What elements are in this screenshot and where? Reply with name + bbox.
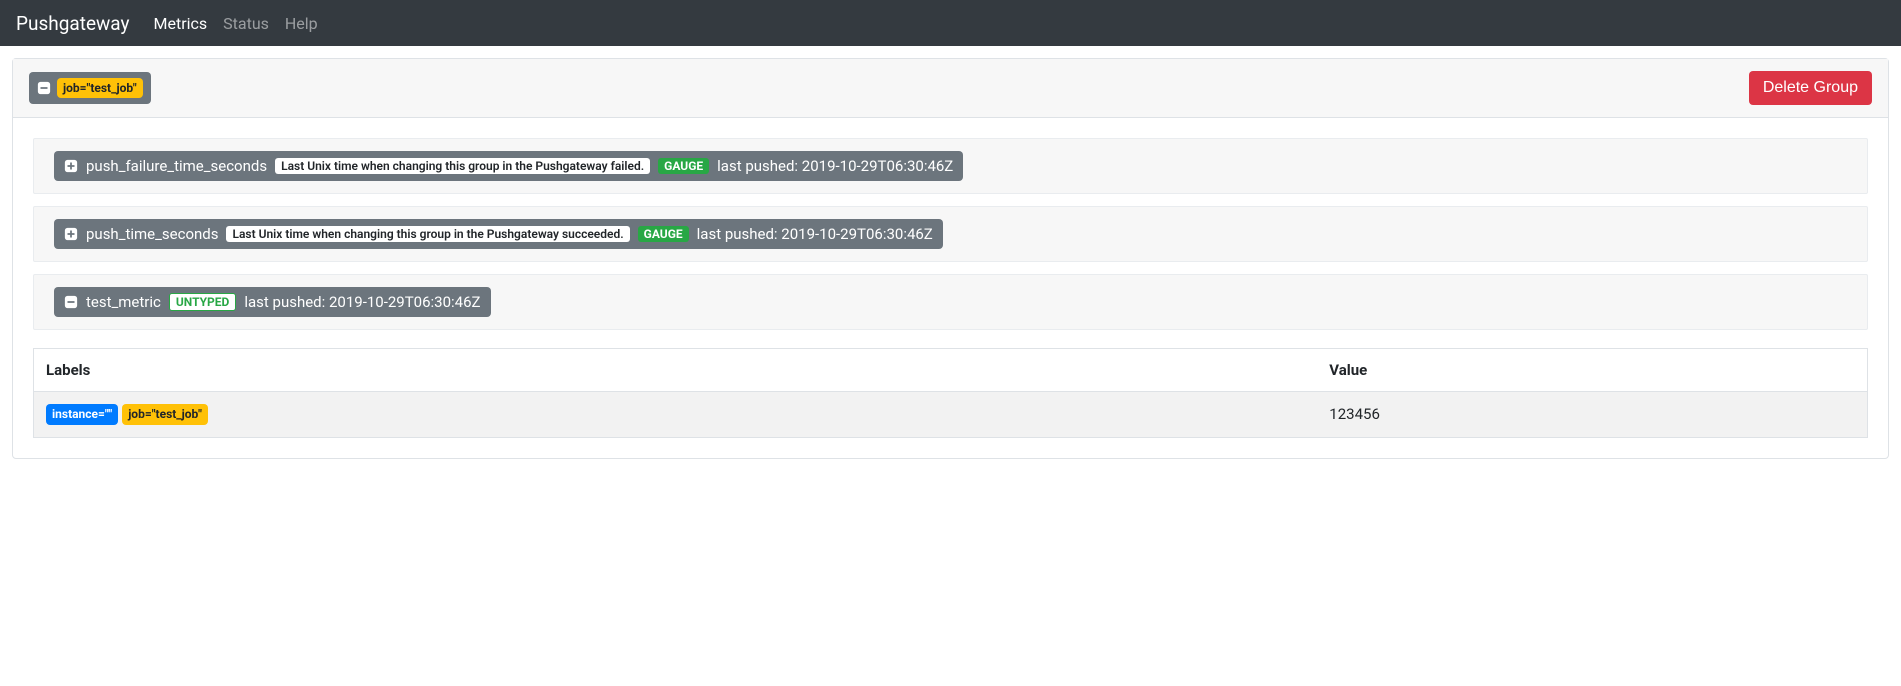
group-card: job="test_job" Delete Group push_failure… xyxy=(12,58,1889,459)
nav-link-metrics[interactable]: Metrics xyxy=(146,14,216,33)
brand[interactable]: Pushgateway xyxy=(16,12,130,35)
metric-toggle[interactable]: push_time_seconds Last Unix time when cha… xyxy=(54,219,943,249)
navbar: Pushgateway MetricsStatusHelp xyxy=(0,0,1901,46)
sample-label-badge: instance="" xyxy=(46,404,118,425)
metric-last-pushed: last pushed: 2019-10-29T06:30:46Z xyxy=(717,157,953,175)
metric-name: push_failure_time_seconds xyxy=(86,157,267,175)
group-label-badge: job="test_job" xyxy=(57,78,143,99)
value-cell: 123456 xyxy=(1317,392,1867,438)
metric-type-badge: GAUGE xyxy=(658,158,709,174)
expand-icon xyxy=(64,227,78,241)
metric-name: test_metric xyxy=(86,293,161,311)
metric-row: test_metric UNTYPED last pushed: 2019-10-2… xyxy=(33,274,1868,330)
group-card-header: job="test_job" Delete Group xyxy=(13,59,1888,118)
metric-toggle[interactable]: push_failure_time_seconds Last Unix time … xyxy=(54,151,963,181)
metric-last-pushed: last pushed: 2019-10-29T06:30:46Z xyxy=(697,225,933,243)
metric-type-badge: GAUGE xyxy=(638,226,689,242)
expand-icon xyxy=(64,159,78,173)
labels-cell: instance=""job="test_job" xyxy=(34,392,1318,438)
table-row: instance=""job="test_job"123456 xyxy=(34,392,1868,438)
metric-type-badge: UNTYPED xyxy=(169,293,236,311)
collapse-icon xyxy=(64,295,78,309)
metric-help: Last Unix time when changing this group … xyxy=(275,158,650,174)
metric-name: push_time_seconds xyxy=(86,225,218,243)
labels-column-header: Labels xyxy=(34,349,1318,392)
metric-help: Last Unix time when changing this group … xyxy=(226,226,629,242)
metric-samples-table: Labels Value instance=""job="test_job"12… xyxy=(33,348,1868,438)
sample-label-badge: job="test_job" xyxy=(122,404,208,425)
delete-group-button[interactable]: Delete Group xyxy=(1749,71,1872,105)
metric-toggle[interactable]: test_metric UNTYPED last pushed: 2019-10-2… xyxy=(54,287,491,317)
nav-link-help[interactable]: Help xyxy=(277,14,326,33)
collapse-icon xyxy=(37,81,51,95)
metric-row: push_failure_time_seconds Last Unix time … xyxy=(33,138,1868,194)
group-toggle[interactable]: job="test_job" xyxy=(29,72,151,105)
value-column-header: Value xyxy=(1317,349,1867,392)
nav-link-status[interactable]: Status xyxy=(215,14,277,33)
metric-row: push_time_seconds Last Unix time when cha… xyxy=(33,206,1868,262)
metric-last-pushed: last pushed: 2019-10-29T06:30:46Z xyxy=(244,293,480,311)
